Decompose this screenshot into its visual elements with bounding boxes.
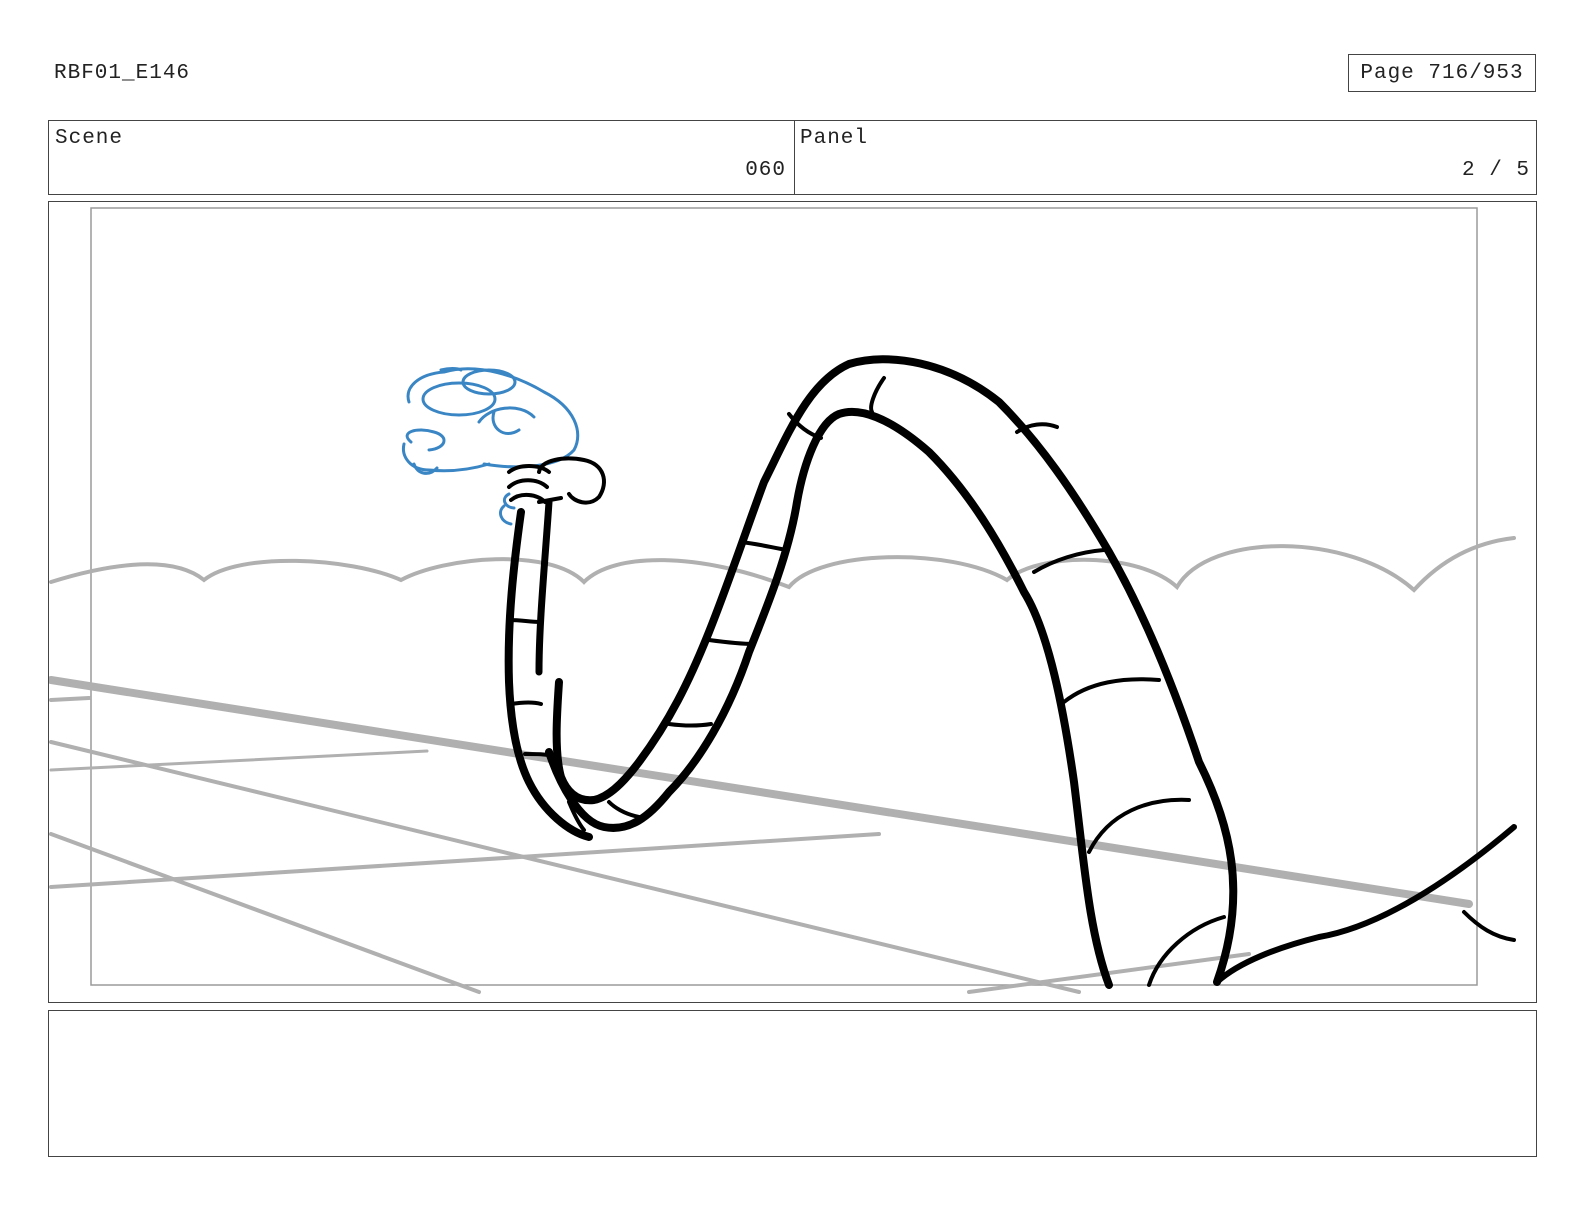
- document-id: RBF01_E146: [54, 62, 191, 85]
- panel-notes-box: [48, 1010, 1537, 1157]
- background-floor-lines: [49, 676, 1473, 994]
- storyboard-drawing: [49, 207, 1517, 994]
- panel-notes-text: [49, 1011, 1536, 1027]
- worm-segment-lines: [507, 376, 1191, 854]
- panel-number: 2 / 5: [1461, 159, 1530, 182]
- page-counter: Page 716/953: [1348, 54, 1536, 92]
- scene-number: 060: [745, 159, 786, 182]
- worm-hand: [507, 456, 606, 505]
- storyboard-frame: [48, 201, 1537, 1003]
- info-divider: [794, 121, 795, 194]
- panel-label: Panel: [800, 127, 869, 150]
- scene-panel-info-row: Scene 060 Panel 2 / 5: [48, 120, 1537, 195]
- scene-label: Scene: [55, 127, 124, 150]
